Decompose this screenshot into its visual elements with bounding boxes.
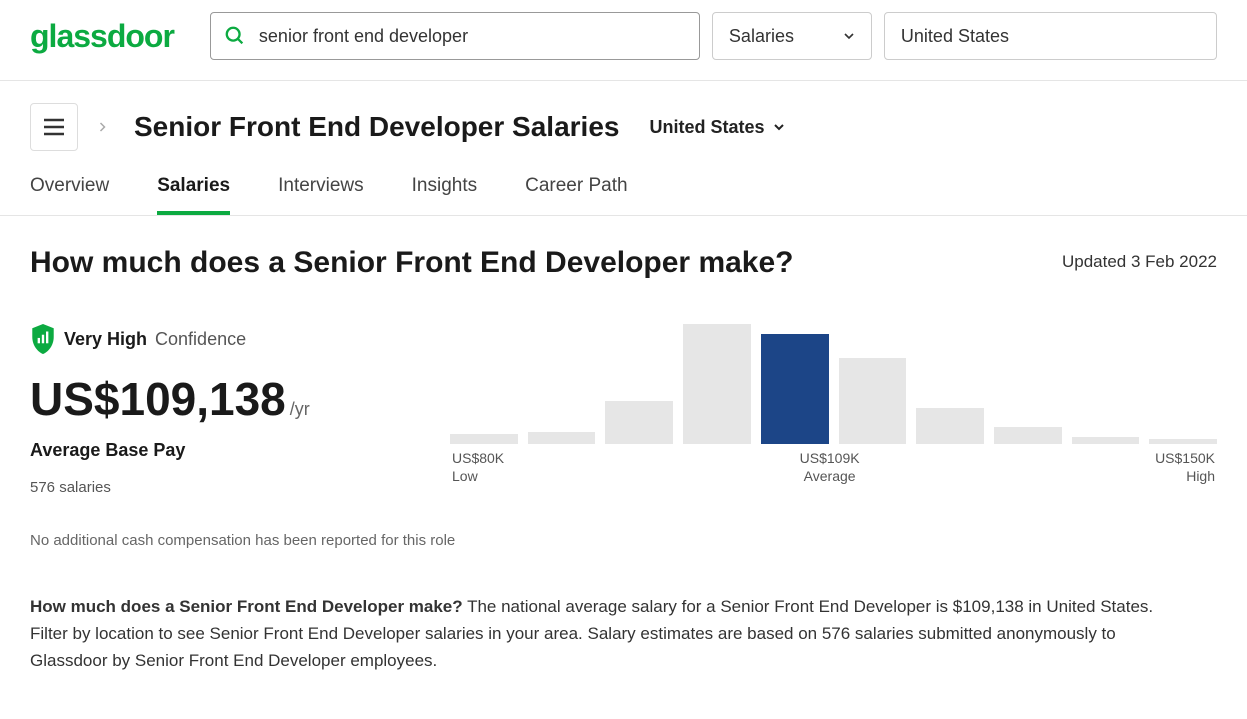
search-icon — [224, 25, 246, 47]
brand-logo[interactable]: glassdoor — [30, 18, 174, 55]
chevron-down-icon — [841, 28, 857, 44]
tab-salaries[interactable]: Salaries — [157, 175, 230, 215]
confidence-level: Very High — [64, 329, 147, 350]
chevron-right-icon — [96, 118, 108, 136]
axis-marker: US$80KLow — [452, 450, 504, 484]
chart-bar — [916, 408, 984, 444]
location-filter[interactable]: United States — [649, 117, 786, 138]
location-filter-label: United States — [649, 117, 764, 138]
chart-bar — [528, 432, 596, 444]
compensation-note: No additional cash compensation has been… — [30, 532, 1217, 549]
axis-marker: US$150KHigh — [1155, 450, 1215, 484]
tab-career-path[interactable]: Career Path — [525, 175, 627, 215]
hamburger-icon — [43, 118, 65, 136]
salary-amount: US$109,138 /yr — [30, 372, 390, 426]
location-select-label: United States — [901, 26, 1009, 47]
salary-distribution-chart: US$80KLow US$109KAverage US$150KHigh — [450, 324, 1217, 484]
category-select-label: Salaries — [729, 26, 794, 47]
search-wrapper — [210, 12, 700, 60]
updated-date: Updated 3 Feb 2022 — [1062, 252, 1217, 272]
page-title: Senior Front End Developer Salaries — [134, 111, 619, 143]
salary-value: US$109,138 — [30, 372, 286, 426]
chevron-down-icon — [771, 119, 787, 135]
confidence-suffix: Confidence — [155, 329, 246, 350]
description-bold: How much does a Senior Front End Develop… — [30, 597, 463, 616]
tabs: Overview Salaries Interviews Insights Career… — [0, 151, 1247, 216]
average-label: Average Base Pay — [30, 440, 390, 461]
tab-interviews[interactable]: Interviews — [278, 175, 364, 215]
search-input[interactable] — [210, 12, 700, 60]
location-select[interactable]: United States — [884, 12, 1217, 60]
menu-button[interactable] — [30, 103, 78, 151]
axis-marker: US$109KAverage — [800, 450, 860, 484]
tab-insights[interactable]: Insights — [412, 175, 477, 215]
confidence-badge: Very High Confidence — [30, 324, 390, 354]
category-select[interactable]: Salaries — [712, 12, 872, 60]
chart-bar — [994, 427, 1062, 444]
salary-count: 576 salaries — [30, 479, 390, 496]
description: How much does a Senior Front End Develop… — [30, 593, 1180, 675]
chart-bar — [761, 334, 829, 444]
shield-icon — [30, 324, 56, 354]
salary-period: /yr — [290, 399, 310, 420]
chart-bar — [605, 401, 673, 444]
chart-bar — [1072, 437, 1140, 444]
chart-bar — [1149, 439, 1217, 444]
chart-bar — [450, 434, 518, 444]
main-heading: How much does a Senior Front End Develop… — [30, 246, 794, 280]
tab-overview[interactable]: Overview — [30, 175, 109, 215]
chart-bar — [839, 358, 907, 444]
chart-bar — [683, 324, 751, 444]
